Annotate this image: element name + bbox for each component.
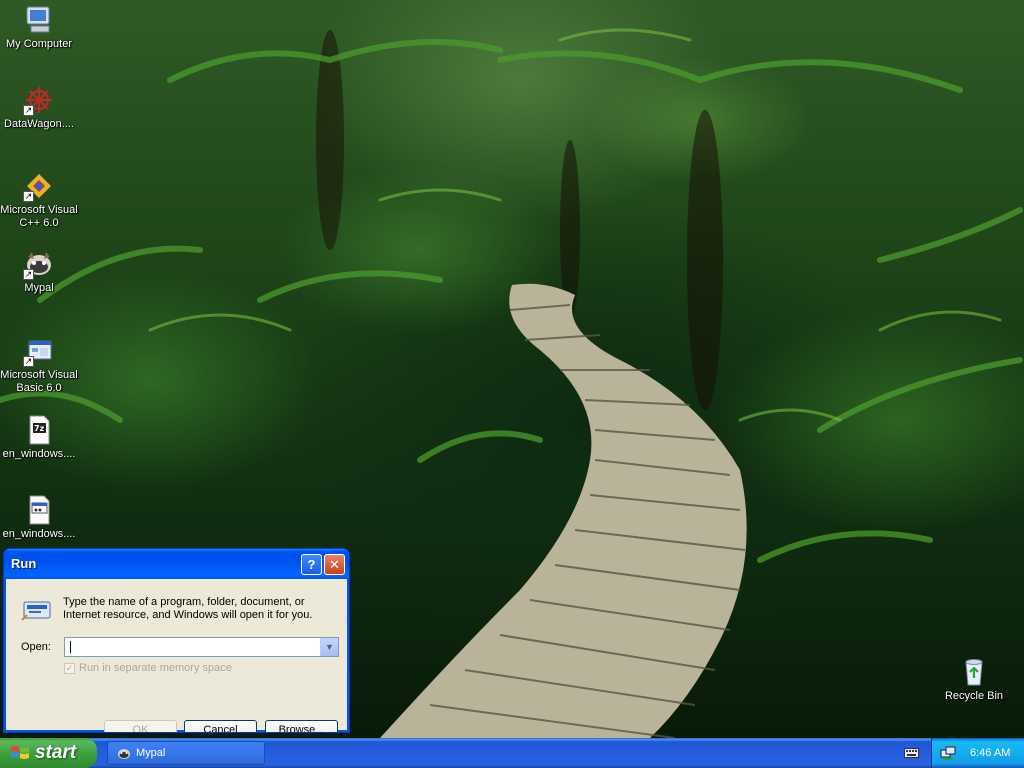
run-dialog-description: Type the name of a program, folder, docu… — [63, 596, 313, 621]
desktop-icon-label: en_windows.... — [2, 448, 76, 460]
browse-button[interactable]: Browse... — [265, 720, 338, 732]
my-computer-icon — [23, 4, 55, 36]
start-label: start — [35, 742, 77, 763]
recycle-bin-icon — [958, 656, 990, 688]
mypal-icon — [118, 749, 130, 759]
visual-basic-icon: ↗ — [23, 335, 55, 367]
system-tray: 6:46 AM — [931, 738, 1024, 768]
taskbar: start Mypal 6:46 AM — [0, 738, 1024, 768]
run-dialog-body: Type the name of a program, folder, docu… — [7, 579, 346, 732]
desktop-icon-label: Mypal — [24, 282, 54, 294]
7z-archive-icon: 7z — [23, 414, 55, 446]
clock[interactable]: 6:46 AM — [970, 747, 1010, 759]
network-icon[interactable] — [940, 745, 956, 761]
shortcut-arrow-icon: ↗ — [23, 105, 34, 116]
start-button[interactable]: start — [0, 738, 97, 768]
close-button[interactable]: ✕ — [324, 554, 345, 575]
help-button[interactable]: ? — [301, 554, 322, 575]
shortcut-arrow-icon: ↗ — [23, 269, 34, 280]
cancel-button[interactable]: Cancel — [184, 720, 257, 732]
desktop-icon-datawagon[interactable]: ↗ DataWagon.... — [0, 84, 78, 131]
open-input[interactable] — [64, 637, 339, 657]
svg-text:7z: 7z — [34, 424, 45, 433]
separate-memory-label: Run in separate memory space — [79, 662, 232, 674]
question-mark-icon: ? — [307, 557, 316, 572]
desktop-icon-recycle-bin[interactable]: Recycle Bin — [935, 656, 1013, 703]
desktop-icon-mypal[interactable]: ↗ Mypal — [0, 248, 78, 295]
run-dialog-titlebar[interactable]: Run ? ✕ — [4, 549, 349, 579]
taskbar-button-mypal[interactable]: Mypal — [107, 741, 265, 765]
desktop-icon-label: My Computer — [5, 38, 73, 50]
run-icon — [21, 601, 51, 621]
open-label: Open: — [21, 641, 51, 653]
run-dialog[interactable]: Run ? ✕ Type the name of a program, fold… — [3, 548, 350, 733]
ok-button[interactable]: OK — [104, 720, 177, 732]
desktop-icon-label: Microsoft Visual C++ 6.0 — [0, 204, 78, 229]
desktop-icon-label: Microsoft Visual Basic 6.0 — [0, 369, 78, 394]
desktop-icon-visual-basic[interactable]: ↗ Microsoft Visual Basic 6.0 — [0, 335, 78, 395]
desktop-icon-visual-cpp[interactable]: ↗ Microsoft Visual C++ 6.0 — [0, 170, 78, 230]
desktop-icon-7z-archive[interactable]: 7z en_windows.... — [0, 414, 78, 461]
chevron-down-icon: ▼ — [325, 642, 334, 652]
close-icon: ✕ — [329, 557, 340, 572]
keyboard-icon[interactable] — [904, 746, 919, 758]
text-caret — [70, 641, 71, 653]
windows-logo-icon — [11, 746, 29, 759]
taskbar-button-label: Mypal — [136, 747, 166, 759]
datawagon-icon: ↗ — [23, 84, 55, 116]
shortcut-arrow-icon: ↗ — [23, 191, 34, 202]
desktop-icon-disk-image[interactable]: en_windows.... — [0, 494, 78, 541]
desktop-icon-label: DataWagon.... — [4, 118, 74, 130]
open-dropdown-button[interactable]: ▼ — [320, 638, 338, 656]
shortcut-arrow-icon: ↗ — [23, 356, 34, 367]
run-dialog-title: Run — [11, 556, 37, 571]
separate-memory-checkbox[interactable]: ✓ Run in separate memory space — [64, 662, 232, 674]
desktop-icon-label: Recycle Bin — [944, 690, 1004, 702]
mypal-icon: ↗ — [23, 248, 55, 280]
disk-image-icon — [23, 494, 55, 526]
visual-cpp-icon: ↗ — [23, 170, 55, 202]
checkbox-check-icon: ✓ — [64, 662, 75, 674]
desktop-icon-my-computer[interactable]: My Computer — [0, 4, 78, 51]
desktop-icon-label: en_windows.... — [2, 528, 76, 540]
